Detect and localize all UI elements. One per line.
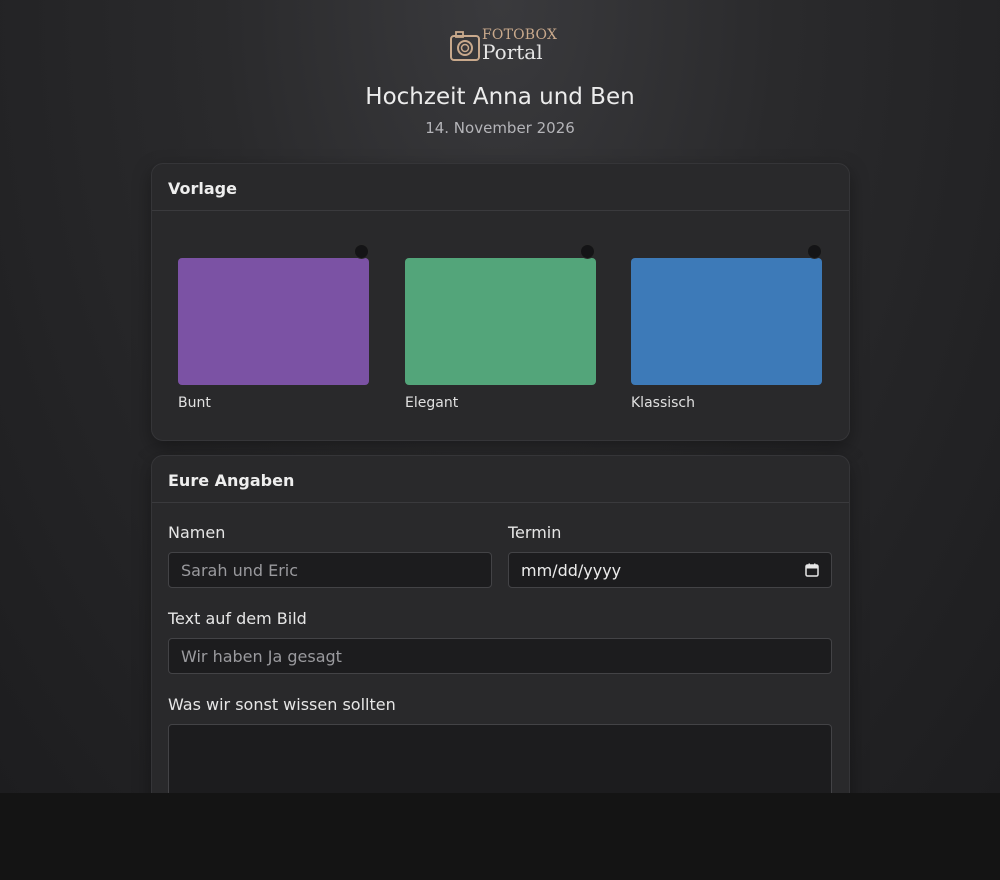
template-label-elegant: Elegant [405, 395, 459, 411]
fotobox-portal-logo: FOTOBOX Portal [449, 27, 557, 67]
date-input-placeholder: mm/dd/yyyy [521, 560, 622, 580]
event-date: 14. November 2026 [425, 119, 575, 137]
date-input[interactable]: mm/dd/yyyy [508, 552, 832, 588]
template-swatch-elegant[interactable] [405, 258, 596, 385]
logo-text-portal: Portal [482, 40, 543, 64]
bottom-bar [0, 793, 1000, 880]
date-label: Termin [508, 523, 562, 542]
details-card-title: Eure Angaben [152, 456, 849, 503]
camera-icon [450, 31, 480, 61]
details-card: Eure Angaben Namen Termin mm/dd/yyyy Tex… [151, 455, 850, 793]
template-card-title: Vorlage [152, 164, 849, 211]
template-label-klassisch: Klassisch [631, 395, 695, 411]
template-swatch-klassisch[interactable] [631, 258, 822, 385]
template-radio-klassisch[interactable] [807, 244, 822, 259]
image-text-label: Text auf dem Bild [168, 609, 307, 628]
names-input[interactable] [168, 552, 492, 588]
page-viewport: FOTOBOX Portal Hochzeit Anna und Ben 14.… [0, 0, 1000, 793]
calendar-icon[interactable] [805, 563, 819, 577]
page-title: Hochzeit Anna und Ben [365, 84, 635, 110]
notes-textarea[interactable] [168, 724, 832, 793]
template-swatch-bunt[interactable] [178, 258, 369, 385]
template-radio-bunt[interactable] [354, 244, 369, 259]
template-card: Vorlage Bunt Elegant Klassisch [151, 163, 850, 441]
names-label: Namen [168, 523, 226, 542]
notes-label: Was wir sonst wissen sollten [168, 695, 396, 714]
template-label-bunt: Bunt [178, 395, 211, 411]
template-radio-elegant[interactable] [580, 244, 595, 259]
image-text-input[interactable] [168, 638, 832, 674]
